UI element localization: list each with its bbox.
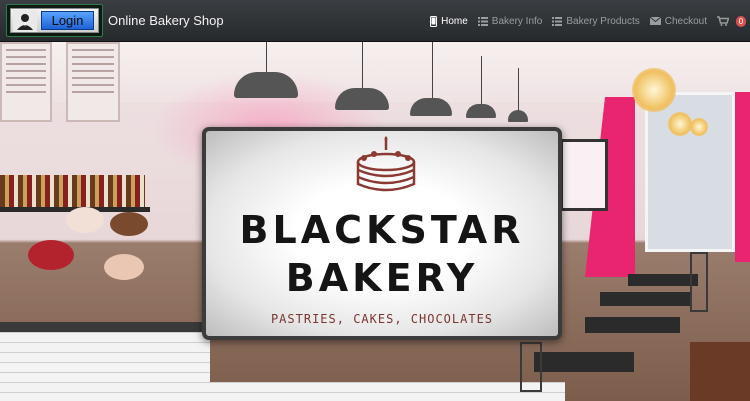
list-icon xyxy=(552,16,563,26)
cart-button[interactable]: 0 xyxy=(717,15,746,27)
lamp-cord xyxy=(481,56,482,106)
cafe-table xyxy=(600,292,690,306)
nav-item-checkout[interactable]: Checkout xyxy=(649,15,707,27)
pink-wall xyxy=(735,92,750,262)
nav-item-bakery-info[interactable]: Bakery Info xyxy=(477,15,543,27)
cafe-table xyxy=(534,352,634,372)
cake xyxy=(28,240,74,270)
brand-title[interactable]: Online Bakery Shop xyxy=(108,13,224,28)
bench-seat xyxy=(690,342,750,401)
wall-poster xyxy=(560,139,608,211)
login-label[interactable]: Login xyxy=(41,11,94,30)
chair xyxy=(690,252,708,312)
list-icon xyxy=(477,16,488,26)
light-bulb xyxy=(632,68,676,112)
lamp-cord xyxy=(518,68,519,112)
light-bulb xyxy=(690,118,708,136)
login-button[interactable]: Login xyxy=(10,8,99,33)
pendant-lamp xyxy=(234,72,298,98)
cake xyxy=(66,207,104,233)
cart-count-badge: 0 xyxy=(736,15,746,27)
pendant-lamp xyxy=(466,104,496,118)
pendant-lamp xyxy=(335,88,389,110)
pendant-lamp xyxy=(410,98,452,116)
top-navbar: Login Online Bakery Shop Home Bakery Inf… xyxy=(0,0,750,42)
user-avatar-icon xyxy=(13,9,37,32)
sign-title-line1: BLACKSTAR xyxy=(239,208,525,252)
envelope-icon xyxy=(649,17,661,25)
cafe-table xyxy=(628,274,698,286)
nav-menu: Home Bakery Info Bakery Products Checkou… xyxy=(420,0,746,42)
nav-item-bakery-products[interactable]: Bakery Products xyxy=(552,15,640,27)
cafe-table xyxy=(585,317,680,333)
cart-icon xyxy=(717,16,729,26)
nav-item-bakery-products-label: Bakery Products xyxy=(566,15,640,27)
sign-tagline: PASTRIES, CAKES, CHOCOLATES xyxy=(270,312,494,326)
menu-board xyxy=(0,42,52,122)
mobile-icon xyxy=(430,15,438,27)
lamp-cord xyxy=(432,42,433,100)
nav-item-home[interactable]: Home xyxy=(430,15,468,27)
sign-title-line2: BAKERY xyxy=(285,256,479,300)
nav-item-bakery-info-label: Bakery Info xyxy=(491,15,543,27)
lamp-cord xyxy=(266,42,267,72)
tiled-counter xyxy=(205,382,565,401)
tiled-counter xyxy=(0,332,210,401)
cake xyxy=(104,254,144,280)
pendant-lamp xyxy=(508,110,528,122)
login-widget[interactable]: Login xyxy=(6,4,103,37)
chair xyxy=(520,342,542,392)
menu-board xyxy=(66,42,120,122)
light-bulb xyxy=(668,112,692,136)
cake xyxy=(110,212,148,236)
nav-item-checkout-label: Checkout xyxy=(664,15,707,27)
bottle-shelf xyxy=(0,175,145,207)
lamp-cord xyxy=(362,42,363,90)
cake-icon xyxy=(354,136,418,194)
nav-item-home-label: Home xyxy=(441,15,468,27)
shop-window xyxy=(645,92,735,252)
bakery-logo-sign: BLACKSTAR BAKERY PASTRIES, CAKES, CHOCOL… xyxy=(202,127,562,340)
